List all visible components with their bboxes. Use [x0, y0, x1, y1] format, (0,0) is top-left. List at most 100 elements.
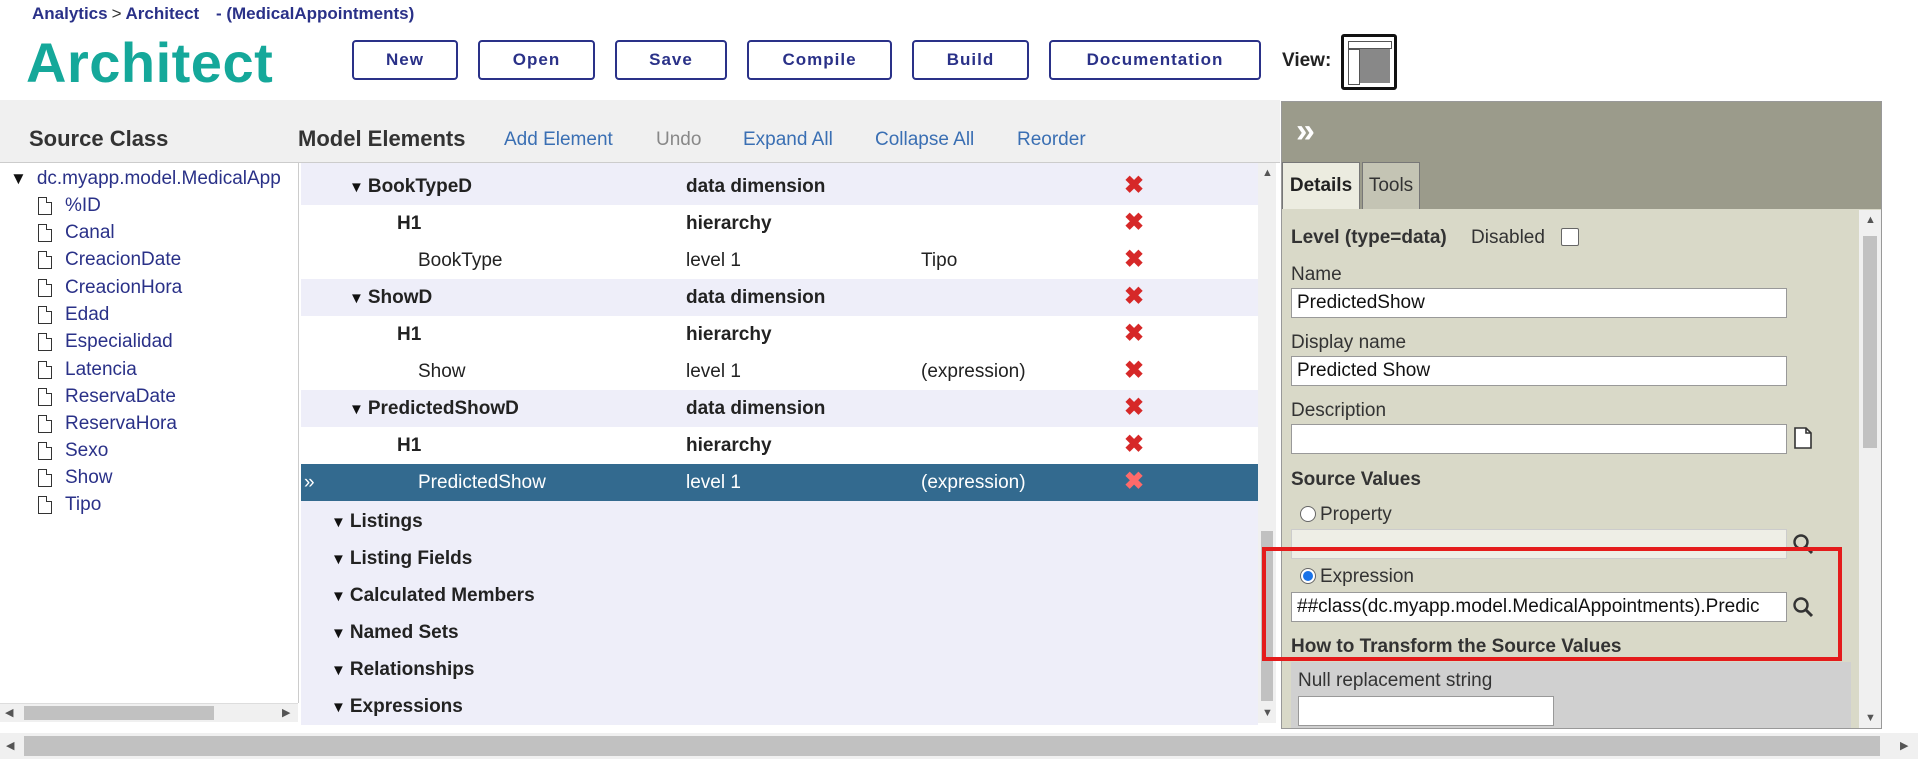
layout-view-icon[interactable] [1341, 34, 1397, 90]
collapse-triangle-icon[interactable]: ▼ [349, 290, 364, 307]
table-row[interactable]: H1 hierarchy ✖ [301, 427, 1258, 464]
delete-icon[interactable]: ✖ [1124, 433, 1144, 457]
delete-icon[interactable]: ✖ [1124, 470, 1144, 494]
scroll-down-icon[interactable]: ▼ [1865, 712, 1876, 724]
tree-item[interactable]: Show [38, 467, 113, 489]
add-element-link[interactable]: Add Element [504, 129, 613, 151]
delete-icon[interactable]: ✖ [1124, 211, 1144, 235]
documentation-button[interactable]: Documentation [1049, 40, 1261, 80]
new-button[interactable]: New [352, 40, 458, 80]
tree-item[interactable]: ReservaHora [38, 413, 177, 435]
section-calculated-members[interactable]: ▼ Calculated Members [301, 577, 1258, 614]
collapse-triangle-icon[interactable]: ▼ [331, 588, 346, 605]
tree-root[interactable]: ▼ dc.myapp.model.MedicalApp [10, 168, 281, 190]
collapse-all-link[interactable]: Collapse All [875, 129, 974, 151]
delete-icon[interactable]: ✖ [1124, 285, 1144, 309]
undo-link[interactable]: Undo [656, 129, 701, 151]
build-button[interactable]: Build [912, 40, 1029, 80]
section-listing-fields[interactable]: ▼ Listing Fields [301, 540, 1258, 577]
delete-icon[interactable]: ✖ [1124, 396, 1144, 420]
name-input[interactable]: PredictedShow [1291, 288, 1787, 318]
table-row[interactable]: Show level 1 (expression) ✖ [301, 353, 1258, 390]
table-row[interactable]: H1 hierarchy ✖ [301, 316, 1258, 353]
collapse-triangle-icon[interactable]: ▼ [331, 699, 346, 716]
tree-item-label: CreacionHora [65, 277, 183, 298]
display-name-input[interactable]: Predicted Show [1291, 356, 1787, 386]
collapse-triangle-icon[interactable]: ▼ [349, 179, 364, 196]
element-type: hierarchy [686, 435, 772, 456]
document-icon [38, 442, 52, 460]
scrollbar-thumb[interactable] [24, 706, 214, 720]
delete-icon[interactable]: ✖ [1124, 174, 1144, 198]
collapse-triangle-icon[interactable]: ▼ [349, 401, 364, 418]
expand-triangle-icon[interactable]: ▼ [10, 169, 27, 188]
null-replacement-input[interactable] [1298, 696, 1554, 726]
open-button[interactable]: Open [478, 40, 595, 80]
scroll-up-icon[interactable]: ▲ [1262, 167, 1273, 179]
details-scrollbar[interactable]: ▲ ▼ [1859, 210, 1881, 728]
section-header-bar [0, 100, 1280, 163]
expand-all-link[interactable]: Expand All [743, 129, 833, 151]
section-listings[interactable]: ▼ Listings [301, 503, 1258, 540]
table-row[interactable]: H1 hierarchy ✖ [301, 205, 1258, 242]
scroll-right-icon[interactable]: ▶ [282, 706, 290, 719]
section-expressions[interactable]: ▼ Expressions [301, 688, 1258, 725]
tree-item[interactable]: Tipo [38, 494, 101, 516]
tree-item[interactable]: Canal [38, 222, 115, 244]
section-relationships[interactable]: ▼ Relationships [301, 651, 1258, 688]
reorder-link[interactable]: Reorder [1017, 129, 1086, 151]
collapse-triangle-icon[interactable]: ▼ [331, 514, 346, 531]
tree-item[interactable]: CreacionHora [38, 277, 182, 299]
tree-item[interactable]: Edad [38, 304, 109, 326]
element-type: hierarchy [686, 213, 772, 234]
tree-item[interactable]: Especialidad [38, 331, 173, 353]
tree-item[interactable]: CreacionDate [38, 249, 181, 271]
tree-item-label: %ID [65, 195, 101, 216]
breadcrumb-architect-link[interactable]: Architect [126, 4, 200, 23]
delete-icon[interactable]: ✖ [1124, 322, 1144, 346]
left-horizontal-scrollbar[interactable]: ◀ ▶ [0, 703, 298, 722]
section-label: Listing Fields [349, 548, 473, 569]
description-input[interactable] [1291, 424, 1787, 454]
tab-tools[interactable]: Tools [1362, 162, 1420, 209]
page-horizontal-scrollbar[interactable]: ◀ ▶ [0, 733, 1918, 759]
delete-icon[interactable]: ✖ [1124, 248, 1144, 272]
scrollbar-thumb[interactable] [24, 736, 1880, 756]
table-row-selected[interactable]: » PredictedShow level 1 (expression) ✖ [301, 464, 1258, 501]
scrollbar-thumb[interactable] [1863, 236, 1877, 448]
property-radio[interactable] [1300, 506, 1316, 522]
compile-button[interactable]: Compile [747, 40, 892, 80]
tree-item[interactable]: Latencia [38, 359, 137, 381]
breadcrumb-analytics-link[interactable]: Analytics [32, 4, 108, 23]
collapse-triangle-icon[interactable]: ▼ [331, 662, 346, 679]
collapse-panel-icon[interactable]: » [1296, 112, 1315, 151]
tree-item[interactable]: Sexo [38, 440, 108, 462]
tree-item[interactable]: %ID [38, 195, 101, 217]
table-row[interactable]: BookType level 1 Tipo ✖ [301, 242, 1258, 279]
disabled-checkbox[interactable] [1561, 228, 1579, 246]
table-row[interactable]: ▼ ShowD data dimension ✖ [301, 279, 1258, 316]
table-row[interactable]: ▼ BookTypeD data dimension ✖ [301, 168, 1258, 205]
scroll-up-icon[interactable]: ▲ [1865, 214, 1876, 226]
disabled-label: Disabled [1471, 227, 1545, 248]
document-icon [38, 279, 52, 297]
table-row[interactable]: ▼ PredictedShowD data dimension ✖ [301, 390, 1258, 427]
tree-item[interactable]: ReservaDate [38, 386, 176, 408]
delete-icon[interactable]: ✖ [1124, 359, 1144, 383]
scroll-down-icon[interactable]: ▼ [1262, 707, 1273, 719]
details-panel-header: » Details Tools [1282, 102, 1881, 209]
scroll-right-icon[interactable]: ▶ [1900, 739, 1908, 752]
tab-details[interactable]: Details [1282, 162, 1360, 209]
scroll-left-icon[interactable]: ◀ [5, 706, 13, 719]
source-class-title: Source Class [29, 126, 169, 151]
document-icon [38, 469, 52, 487]
highlight-annotation-box [1262, 547, 1842, 661]
selected-row-marker: » [304, 472, 315, 493]
file-icon[interactable] [1792, 426, 1814, 450]
collapse-triangle-icon[interactable]: ▼ [331, 625, 346, 642]
scroll-left-icon[interactable]: ◀ [6, 739, 14, 752]
section-named-sets[interactable]: ▼ Named Sets [301, 614, 1258, 651]
element-type: hierarchy [686, 324, 772, 345]
collapse-triangle-icon[interactable]: ▼ [331, 551, 346, 568]
save-button[interactable]: Save [615, 40, 727, 80]
